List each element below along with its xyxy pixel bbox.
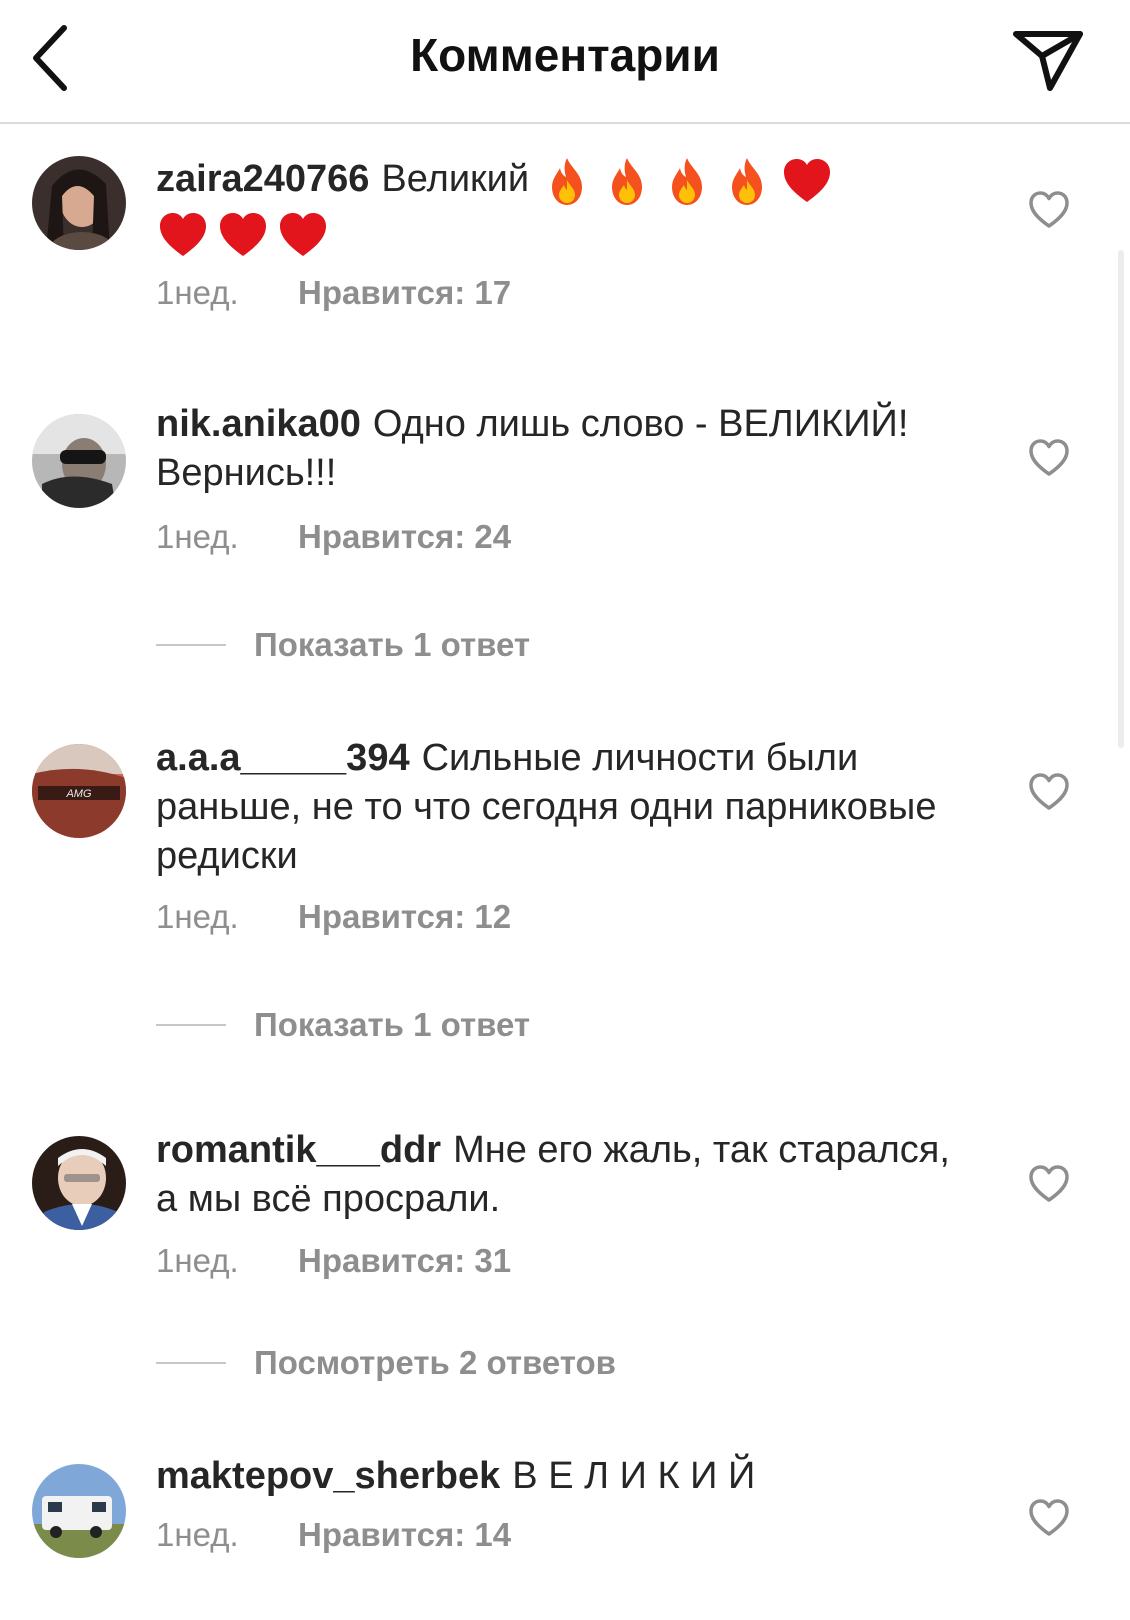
comment-text: zaira240766 Великий: [156, 154, 966, 262]
heart-outline-icon: [1029, 1499, 1069, 1536]
comment-meta: 1нед. Нравится: 12: [156, 898, 511, 936]
view-replies-button[interactable]: Показать 1 ответ: [156, 626, 530, 664]
comment-body: Великий: [381, 158, 530, 201]
scrollbar[interactable]: [1118, 250, 1124, 748]
page-title: Комментарии: [410, 29, 720, 81]
heart-emoji-icon: [160, 213, 206, 256]
comment-text: nik.anika00 Одно лишь слово - ВЕЛИКИЙ! Ве…: [156, 400, 966, 498]
replies-divider: [156, 644, 226, 646]
fire-emoji-icon: [611, 158, 642, 205]
comment-likes[interactable]: Нравится: 12: [298, 898, 511, 935]
comment-likes[interactable]: Нравится: 31: [298, 1242, 511, 1279]
view-replies-button[interactable]: Показать 1 ответ: [156, 1006, 530, 1044]
like-button[interactable]: [1028, 772, 1070, 812]
like-button[interactable]: [1028, 438, 1070, 478]
paper-plane-icon: [1013, 31, 1083, 91]
comment-meta: 1нед. Нравится: 31: [156, 1242, 511, 1280]
comment-body: В Е Л И К И Й: [512, 1455, 756, 1497]
comment-likes[interactable]: Нравится: 17: [298, 274, 511, 311]
comment-username[interactable]: nik.anika00: [156, 403, 361, 445]
comment-time: 1нед.: [156, 274, 239, 311]
comment-text: a.a.a_____394 Сильные личности были раньш…: [156, 734, 966, 881]
heart-outline-icon: [1029, 191, 1069, 228]
avatar[interactable]: AMG: [32, 744, 126, 838]
comment-username[interactable]: a.a.a_____394: [156, 737, 410, 779]
comment-likes[interactable]: Нравится: 24: [298, 518, 511, 555]
avatar[interactable]: [32, 1464, 126, 1558]
replies-divider: [156, 1362, 226, 1364]
view-replies-label: Показать 1 ответ: [254, 626, 531, 663]
comment-meta: 1нед. Нравится: 14: [156, 1516, 511, 1554]
heart-emoji-icon: [280, 213, 326, 256]
fire-emoji-icon: [731, 158, 762, 205]
top-bar: Комментарии: [0, 0, 1130, 124]
comment-meta: 1нед. Нравится: 24: [156, 518, 511, 556]
comment-meta: 1нед. Нравится: 17: [156, 274, 511, 312]
like-button[interactable]: [1028, 1498, 1070, 1538]
emoji-row: [540, 154, 834, 208]
comment-time: 1нед.: [156, 898, 239, 935]
view-replies-button[interactable]: Посмотреть 2 ответов: [156, 1344, 616, 1382]
comment-time: 1нед.: [156, 1516, 239, 1553]
view-replies-label: Показать 1 ответ: [254, 1006, 531, 1043]
comment-username[interactable]: romantik___ddr: [156, 1129, 441, 1171]
heart-outline-icon: [1029, 1165, 1069, 1202]
emoji-row: [156, 208, 330, 262]
avatar[interactable]: [32, 414, 126, 508]
comment-time: 1нед.: [156, 1242, 239, 1279]
view-replies-label: Посмотреть 2 ответов: [254, 1344, 616, 1381]
fire-emoji-icon: [671, 158, 702, 205]
like-button[interactable]: [1028, 1164, 1070, 1204]
avatar[interactable]: [32, 156, 126, 250]
heart-outline-icon: [1029, 773, 1069, 810]
comment-likes[interactable]: Нравится: 14: [298, 1516, 511, 1553]
comment-text: romantik___ddr Мне его жаль, так старался…: [156, 1126, 966, 1224]
like-button[interactable]: [1028, 190, 1070, 230]
comment-time: 1нед.: [156, 518, 239, 555]
heart-emoji-icon: [220, 213, 266, 256]
replies-divider: [156, 1024, 226, 1026]
avatar[interactable]: [32, 1136, 126, 1230]
heart-emoji-icon: [783, 159, 830, 202]
comment-text: maktepov_sherbek В Е Л И К И Й: [156, 1452, 966, 1501]
avatar-logo-text: AMG: [65, 788, 92, 800]
comment-username[interactable]: zaira240766: [156, 158, 369, 200]
heart-outline-icon: [1029, 439, 1069, 476]
fire-emoji-icon: [551, 158, 582, 205]
comment-username[interactable]: maktepov_sherbek: [156, 1455, 500, 1497]
share-button[interactable]: [1010, 20, 1090, 96]
